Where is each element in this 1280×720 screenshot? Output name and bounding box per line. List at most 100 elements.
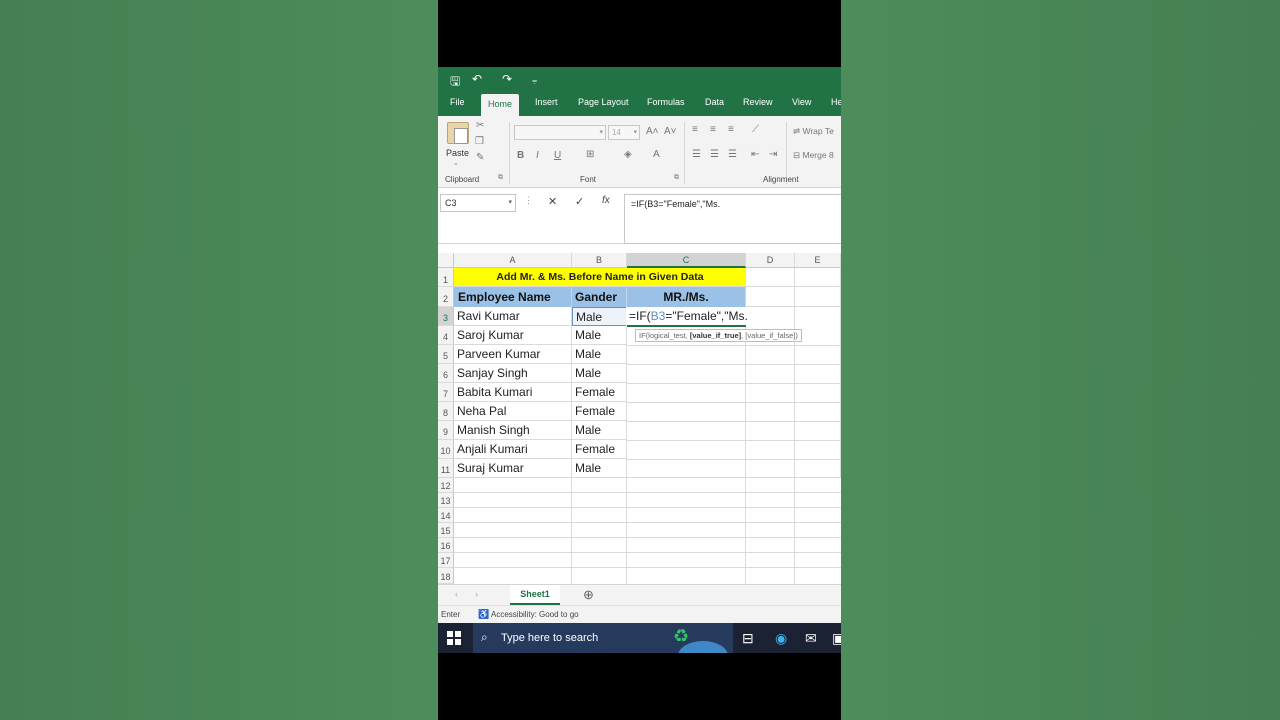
name-cell[interactable]: Babita Kumari xyxy=(454,383,572,402)
row-header[interactable]: 15 xyxy=(438,523,454,538)
merge-center-button[interactable]: ⊟ Merge 8 xyxy=(793,150,834,161)
row-header[interactable]: 6 xyxy=(438,364,454,383)
row-header[interactable]: 5 xyxy=(438,345,454,364)
increase-font-icon[interactable]: A˄ xyxy=(646,126,659,137)
header-employee-name[interactable]: Employee Name xyxy=(454,287,572,307)
spreadsheet-grid[interactable]: A B C D E 1 2 3 4 5 6 7 8 9 10 11 12 13 … xyxy=(438,253,841,584)
enter-icon[interactable]: ✓ xyxy=(575,195,584,208)
header-gender[interactable]: Gander xyxy=(572,287,627,307)
sheet-tab-sheet1[interactable]: Sheet1 xyxy=(510,585,560,605)
row-header[interactable]: 8 xyxy=(438,402,454,421)
font-color-icon[interactable]: A xyxy=(653,149,660,160)
undo-icon[interactable]: ↶ xyxy=(472,72,482,86)
decrease-indent-icon[interactable]: ⇤ xyxy=(751,149,759,160)
active-cell-editor[interactable]: =IF(B3="Female","Ms. xyxy=(626,307,748,326)
increase-indent-icon[interactable]: ⇥ xyxy=(769,149,777,160)
row-header[interactable]: 16 xyxy=(438,538,454,553)
fill-color-icon[interactable]: ◈ xyxy=(624,149,632,160)
taskbar-search-box[interactable]: ⌕ Type here to search ♻ xyxy=(473,623,733,653)
row-header[interactable]: 2 xyxy=(438,287,454,307)
name-cell[interactable]: Ravi Kumar xyxy=(454,307,572,326)
tab-file[interactable]: File xyxy=(450,97,465,107)
header-prefix[interactable]: MR./Ms. xyxy=(627,287,746,307)
italic-icon[interactable]: I xyxy=(536,150,539,161)
wrap-text-button[interactable]: ⇌ Wrap Te xyxy=(793,126,834,137)
name-cell[interactable]: Neha Pal xyxy=(454,402,572,421)
gender-cell[interactable]: Male xyxy=(572,345,627,364)
formula-input[interactable]: =IF(B3="Female","Ms. xyxy=(624,194,841,244)
grid-cell[interactable] xyxy=(795,268,841,287)
font-size-combo[interactable]: 14 ▾ xyxy=(608,125,640,140)
orientation-icon[interactable]: ⟋ xyxy=(752,124,759,135)
row-header[interactable]: 13 xyxy=(438,493,454,508)
tab-help[interactable]: He xyxy=(831,97,841,107)
add-sheet-icon[interactable]: ⊕ xyxy=(583,587,594,603)
insert-function-icon[interactable]: fx xyxy=(602,195,610,206)
accessibility-status[interactable]: Accessibility: Good to go xyxy=(491,610,579,619)
gender-cell[interactable]: Male xyxy=(572,421,627,440)
grid-cell[interactable] xyxy=(746,287,795,307)
gender-cell[interactable]: Female xyxy=(572,383,627,402)
align-left-icon[interactable]: ☰ xyxy=(692,149,701,160)
row-header[interactable]: 17 xyxy=(438,553,454,568)
gender-cell[interactable]: Male xyxy=(572,307,627,326)
name-cell[interactable]: Suraj Kumar xyxy=(454,459,572,478)
name-cell[interactable]: Parveen Kumar xyxy=(454,345,572,364)
mail-icon[interactable]: ✉ xyxy=(805,630,817,647)
windows-start-icon[interactable] xyxy=(447,631,461,645)
scroll-right-icon[interactable]: › xyxy=(475,589,478,599)
name-cell[interactable]: Sanjay Singh xyxy=(454,364,572,383)
gender-cell[interactable]: Male xyxy=(572,326,627,345)
redo-icon[interactable]: ↷ xyxy=(502,72,512,86)
align-top-icon[interactable]: ≡ xyxy=(692,124,698,135)
save-icon[interactable]: 🖫 xyxy=(450,72,460,93)
dialog-launcher-icon[interactable]: ⧉ xyxy=(674,174,679,182)
tab-data[interactable]: Data xyxy=(705,97,724,107)
tab-page-layout[interactable]: Page Layout xyxy=(578,97,629,107)
file-explorer-icon[interactable]: ▣ xyxy=(832,630,841,647)
align-right-icon[interactable]: ☰ xyxy=(728,149,737,160)
row-header[interactable]: 3 xyxy=(438,307,454,326)
gender-cell[interactable]: Female xyxy=(572,402,627,421)
column-header-c[interactable]: C xyxy=(627,253,746,268)
edge-browser-icon[interactable]: ◉ xyxy=(775,630,787,647)
bold-icon[interactable]: B xyxy=(517,150,524,161)
cut-icon[interactable]: ✂ xyxy=(476,120,484,131)
row-header[interactable]: 4 xyxy=(438,326,454,345)
gender-cell[interactable]: Female xyxy=(572,440,627,459)
gender-cell[interactable]: Male xyxy=(572,459,627,478)
align-center-icon[interactable]: ☰ xyxy=(710,149,719,160)
tab-home[interactable]: Home xyxy=(481,94,520,116)
customize-quick-access-icon[interactable]: ⩦ xyxy=(532,75,537,86)
borders-icon[interactable]: ⊞ xyxy=(586,149,594,160)
sheet-title-cell[interactable]: Add Mr. & Ms. Before Name in Given Data xyxy=(454,268,746,287)
name-cell[interactable]: Saroj Kumar xyxy=(454,326,572,345)
tab-insert[interactable]: Insert xyxy=(535,97,558,107)
align-bottom-icon[interactable]: ≡ xyxy=(728,124,734,135)
column-header-e[interactable]: E xyxy=(795,253,841,268)
grid-cell[interactable] xyxy=(746,268,795,287)
row-header[interactable]: 14 xyxy=(438,508,454,523)
row-header[interactable]: 7 xyxy=(438,383,454,402)
cancel-icon[interactable]: ✕ xyxy=(548,195,557,208)
row-header[interactable]: 1 xyxy=(438,268,454,287)
scroll-left-icon[interactable]: ‹ xyxy=(455,589,458,599)
task-view-icon[interactable]: ⊟ xyxy=(742,630,754,647)
dialog-launcher-icon[interactable]: ⧉ xyxy=(498,174,503,182)
column-header-a[interactable]: A xyxy=(454,253,572,268)
column-header-d[interactable]: D xyxy=(746,253,795,268)
paste-icon[interactable] xyxy=(447,122,469,144)
row-header[interactable]: 9 xyxy=(438,421,454,440)
font-name-combo[interactable]: ▾ xyxy=(514,125,606,140)
copy-icon[interactable]: ❐ xyxy=(475,136,484,147)
align-middle-icon[interactable]: ≡ xyxy=(710,124,716,135)
chevron-down-icon[interactable]: ⌄ xyxy=(453,159,459,167)
tab-formulas[interactable]: Formulas xyxy=(647,97,685,107)
name-box[interactable]: C3 ▾ xyxy=(440,194,516,212)
name-cell[interactable]: Manish Singh xyxy=(454,421,572,440)
tab-review[interactable]: Review xyxy=(743,97,773,107)
row-header[interactable]: 18 xyxy=(438,568,454,584)
tab-view[interactable]: View xyxy=(792,97,811,107)
grid-cell[interactable] xyxy=(795,287,841,307)
row-header[interactable]: 12 xyxy=(438,478,454,493)
